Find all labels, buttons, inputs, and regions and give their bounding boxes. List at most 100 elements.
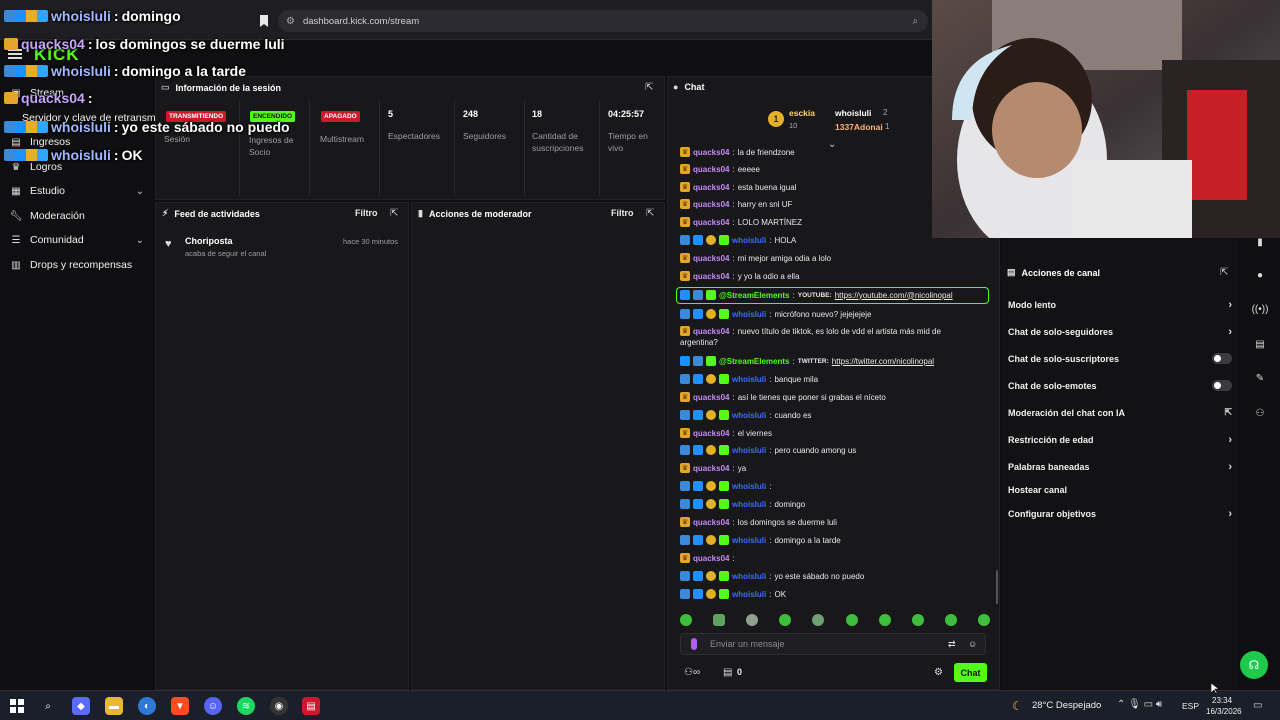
emote-icon[interactable] xyxy=(746,614,759,626)
help-headset-icon[interactable]: ☊ xyxy=(1240,651,1268,679)
chat-message[interactable]: ♛ quacks04: ya xyxy=(680,463,746,473)
language-indicator[interactable]: ESP xyxy=(1182,701,1199,711)
chat-username[interactable]: whoisluli xyxy=(732,310,766,319)
toggle-switch[interactable] xyxy=(1212,353,1232,364)
chat-username[interactable]: quacks04 xyxy=(693,554,729,563)
chat-message[interactable]: whoisluli: cuando es xyxy=(680,410,811,420)
chat-message[interactable]: whoisluli: HOLA xyxy=(680,235,796,245)
chat-message[interactable]: whoisluli: yo este sábado no puedo xyxy=(680,571,864,581)
clock-date[interactable]: 16/3/2026 xyxy=(1206,707,1242,716)
mod-actions-filter-button[interactable]: Filtro xyxy=(611,208,634,218)
activity-filter-button[interactable]: Filtro xyxy=(355,208,378,218)
emote-icon[interactable] xyxy=(680,614,692,626)
chat-message[interactable]: ♛ quacks04: y yo la odio a ella xyxy=(680,271,800,281)
chat-message[interactable]: whoisluli: domingo a la tarde xyxy=(680,535,841,545)
chat-message[interactable]: whoisluli: banque mila xyxy=(680,374,818,384)
chat-username[interactable]: @StreamElements xyxy=(719,357,790,366)
channel-action-item[interactable]: Palabras baneadas › xyxy=(1008,461,1232,473)
chat-message[interactable]: whoisluli: OK xyxy=(680,589,786,599)
send-chat-button[interactable]: Chat xyxy=(954,663,987,682)
chat-link[interactable]: https://twitter.com/nicolinopal xyxy=(832,357,934,366)
notification-icon[interactable]: ▭ xyxy=(1253,700,1262,711)
chat-message[interactable]: whoisluli: xyxy=(680,481,774,491)
chat-message[interactable]: @StreamElements: TWITTER: https://twitter.… xyxy=(680,356,934,366)
chat-message[interactable]: ♛ quacks04: el viernes xyxy=(680,428,772,438)
emote-icon[interactable] xyxy=(779,614,792,626)
chat-username[interactable]: whoisluli xyxy=(732,572,766,581)
chat-username[interactable]: whoisluli xyxy=(732,536,766,545)
emoji-icon[interactable]: ☺ xyxy=(968,639,977,649)
wrench-icon[interactable]: ✎ xyxy=(1250,368,1270,388)
external-link-icon[interactable]: ⇱ xyxy=(645,82,653,93)
chat-message[interactable]: ♛ quacks04: así le tienes que poner si gra… xyxy=(680,392,886,402)
search-icon[interactable]: ⌕ xyxy=(913,16,918,27)
chat-message[interactable]: whoisluli: domingo xyxy=(680,499,805,509)
chat-username[interactable]: whoisluli xyxy=(732,446,766,455)
broadcast-icon[interactable]: ((•)) xyxy=(1250,299,1270,319)
chat-username[interactable]: whoisluli xyxy=(732,236,766,245)
chat-username[interactable]: whoisluli xyxy=(732,590,766,599)
windows-start-icon[interactable] xyxy=(8,697,26,715)
mic-icon[interactable] xyxy=(691,638,697,650)
obs-icon[interactable]: ◉ xyxy=(270,697,288,715)
external-link-icon[interactable]: ⇱ xyxy=(390,208,398,219)
translate-icon[interactable]: ⇄ xyxy=(948,639,956,650)
chat-icon[interactable]: ● xyxy=(1250,265,1270,285)
emote-icon[interactable] xyxy=(845,614,858,626)
search-icon[interactable]: ⌕ xyxy=(39,697,57,715)
sidebar-item-drops[interactable]: ▥ Drops y recompensas xyxy=(10,259,144,271)
site-info-icon[interactable]: ⚙ xyxy=(286,16,295,27)
app-icon[interactable]: ▤ xyxy=(302,697,320,715)
chat-username[interactable]: quacks04 xyxy=(693,254,729,263)
chat-username[interactable]: whoisluli xyxy=(732,482,766,491)
external-link-icon[interactable]: ⇱ xyxy=(1220,267,1228,278)
file-explorer-icon[interactable]: ▬ xyxy=(105,697,123,715)
chat-username[interactable]: quacks04 xyxy=(693,393,729,402)
chat-message[interactable]: whoisluli: pero cuando among us xyxy=(680,445,856,455)
sidebar-item-community[interactable]: ☰ Comunidad ⌄ xyxy=(10,234,144,246)
users-icon[interactable]: ⚇∞ xyxy=(684,667,700,678)
chat-username[interactable]: quacks04 xyxy=(693,218,729,227)
spotify-icon[interactable]: ≋ xyxy=(237,697,255,715)
chat-username[interactable]: quacks04 xyxy=(693,148,729,157)
chat-message[interactable]: ♛ quacks04: xyxy=(680,553,738,563)
sidebar-item-moderation[interactable]: 🔧︎ Moderación xyxy=(10,210,144,222)
chat-message[interactable]: ♛ quacks04: eeeee xyxy=(680,164,760,174)
chat-username[interactable]: quacks04 xyxy=(693,200,729,209)
chat-username[interactable]: quacks04 xyxy=(693,165,729,174)
channel-action-item[interactable]: Modo lento › xyxy=(1008,299,1232,311)
channel-action-item[interactable]: Chat de solo-seguidores › xyxy=(1008,326,1232,338)
chat-username[interactable]: quacks04 xyxy=(693,464,729,473)
chat-message[interactable]: ♛ quacks04: la de friendzone xyxy=(680,147,795,157)
clock-time[interactable]: 23:34 xyxy=(1212,696,1232,705)
address-bar[interactable]: ⚙ dashboard.kick.com/stream ⌕ xyxy=(278,10,928,32)
settings-gear-icon[interactable]: ⚙ xyxy=(934,667,943,678)
chat-message[interactable]: ♛ quacks04: LOLO MARTÍNEZ xyxy=(680,217,802,227)
channel-action-item[interactable]: Hostear canal xyxy=(1008,485,1232,495)
emote-icon[interactable] xyxy=(812,614,825,626)
chat-username[interactable]: quacks04 xyxy=(693,429,729,438)
chat-username[interactable]: quacks04 xyxy=(693,327,729,336)
leader-name[interactable]: esckia xyxy=(789,108,815,118)
chat-message[interactable]: whoisluli: micrófono nuevo? jejejejeje xyxy=(680,309,871,319)
chat-scrollbar[interactable] xyxy=(996,570,998,604)
chat-message[interactable]: ♛ quacks04: esta buena igual xyxy=(680,182,796,192)
channel-action-item[interactable]: Restricción de edad › xyxy=(1008,434,1232,446)
external-link-icon[interactable]: ⇱ xyxy=(1224,407,1232,418)
channel-action-item[interactable]: Moderación del chat con IA ⇱ xyxy=(1008,407,1232,418)
channel-action-item[interactable]: Chat de solo-emotes xyxy=(1008,380,1232,391)
users-icon[interactable]: ⚇ xyxy=(1250,403,1270,423)
leader-name[interactable]: 1337Adonai xyxy=(835,122,883,132)
toggle-switch[interactable] xyxy=(1212,380,1232,391)
store-icon[interactable]: ▤ xyxy=(723,667,732,678)
external-link-icon[interactable]: ⇱ xyxy=(646,208,654,219)
chat-username[interactable]: whoisluli xyxy=(732,375,766,384)
channel-action-item[interactable]: Chat de solo-suscriptores xyxy=(1008,353,1232,364)
chat-message[interactable]: ♛ quacks04: nuevo título de tiktok, es lol… xyxy=(680,326,941,336)
emote-icon[interactable] xyxy=(977,614,990,626)
chat-username[interactable]: quacks04 xyxy=(693,183,729,192)
chat-username[interactable]: quacks04 xyxy=(693,518,729,527)
chat-message[interactable]: ♛ quacks04: los domingos se duerme luli xyxy=(680,517,837,527)
emote-icon[interactable] xyxy=(878,614,891,626)
tray-icons[interactable]: ⌃ 🎙︎ ▭ 🔊︎ xyxy=(1117,699,1162,710)
